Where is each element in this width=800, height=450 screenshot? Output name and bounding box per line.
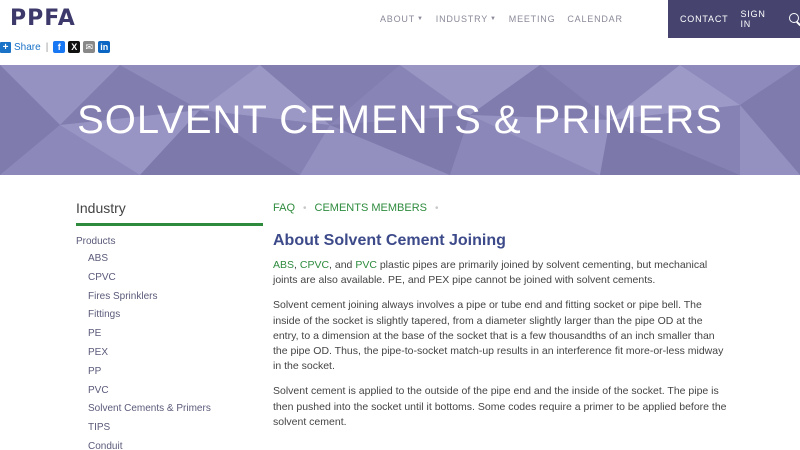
nav-calendar-label: CALENDAR — [567, 14, 623, 24]
sidebar-list: ABS CPVC Fires Sprinklers Fittings PE PE… — [76, 250, 263, 450]
search-icon[interactable] — [789, 13, 800, 25]
sub-nav: FAQ • CEMENTS MEMBERS • — [273, 200, 728, 216]
sidebar-title: Industry — [76, 200, 263, 226]
sidebar-item-solvent-cements[interactable]: Solvent Cements & Primers — [76, 400, 263, 419]
sidebar-item-pvc[interactable]: PVC — [76, 382, 263, 401]
sign-in-link[interactable]: SIGN IN — [740, 9, 775, 29]
chevron-down-icon: ▼ — [490, 16, 497, 22]
text-sep: , and — [329, 259, 356, 271]
hero-banner: SOLVENT CEMENTS & PRIMERS — [0, 65, 800, 175]
link-abs[interactable]: ABS — [273, 259, 294, 271]
nav-calendar[interactable]: CALENDAR — [567, 14, 622, 24]
separator-dot: • — [435, 202, 439, 214]
sidebar-item-products[interactable]: Products — [76, 236, 263, 247]
chevron-down-icon: ▼ — [417, 16, 424, 22]
site-logo[interactable]: PPFA — [10, 7, 76, 31]
contact-link[interactable]: CONTACT — [680, 14, 728, 24]
sidebar-item-tips[interactable]: TIPS — [76, 419, 263, 438]
sidebar-item-pe[interactable]: PE — [76, 325, 263, 344]
sidebar: Industry Products ABS CPVC Fires Sprinkl… — [76, 200, 263, 450]
paragraph-intro: ABS, CPVC, and PVC plastic pipes are pri… — [273, 258, 728, 288]
share-separator: | — [45, 41, 49, 53]
share-plus-icon[interactable]: + — [0, 41, 11, 53]
x-icon[interactable]: X — [68, 41, 81, 53]
email-icon[interactable]: ✉ — [83, 41, 96, 53]
sidebar-item-fittings[interactable]: Fittings — [76, 306, 263, 325]
utility-bar: CONTACT SIGN IN — [668, 0, 800, 38]
nav-industry-label: INDUSTRY — [435, 14, 489, 24]
paragraph-application: Solvent cement is applied to the outside… — [273, 385, 727, 428]
main-nav: ABOUT ▼ INDUSTRY ▼ MEETING CALENDAR — [380, 0, 623, 38]
sidebar-item-pex[interactable]: PEX — [76, 344, 263, 363]
tab-cements-members[interactable]: CEMENTS MEMBERS — [315, 202, 427, 214]
paragraph-joining: Solvent cement joining always involves a… — [273, 299, 724, 373]
tab-faq[interactable]: FAQ — [273, 202, 295, 214]
nav-industry[interactable]: INDUSTRY ▼ — [436, 14, 497, 24]
sidebar-item-fire-sprinklers[interactable]: Fires Sprinklers — [76, 288, 263, 307]
facebook-icon[interactable]: f — [53, 41, 66, 53]
nav-about-label: ABOUT — [380, 14, 416, 24]
link-cpvc[interactable]: CPVC — [300, 259, 329, 271]
share-button[interactable]: Share — [14, 42, 41, 53]
main-content: FAQ • CEMENTS MEMBERS • About Solvent Ce… — [273, 200, 728, 430]
nav-about[interactable]: ABOUT ▼ — [380, 14, 424, 24]
nav-meeting-label: MEETING — [508, 14, 556, 24]
nav-meeting[interactable]: MEETING — [509, 14, 556, 24]
linkedin-icon[interactable]: in — [98, 41, 111, 53]
separator-dot: • — [303, 202, 307, 214]
share-bar: + Share | f X ✉ in — [0, 39, 111, 55]
sidebar-item-conduit[interactable]: Conduit — [76, 438, 263, 450]
link-pvc[interactable]: PVC — [355, 259, 377, 271]
sidebar-item-abs[interactable]: ABS — [76, 250, 263, 269]
page-title: SOLVENT CEMENTS & PRIMERS — [77, 97, 723, 142]
section-heading: About Solvent Cement Joining — [273, 232, 506, 249]
sidebar-item-cpvc[interactable]: CPVC — [76, 269, 263, 288]
site-header: PPFA ABOUT ▼ INDUSTRY ▼ MEETING CALENDAR… — [0, 0, 800, 38]
sidebar-item-pp[interactable]: PP — [76, 363, 263, 382]
